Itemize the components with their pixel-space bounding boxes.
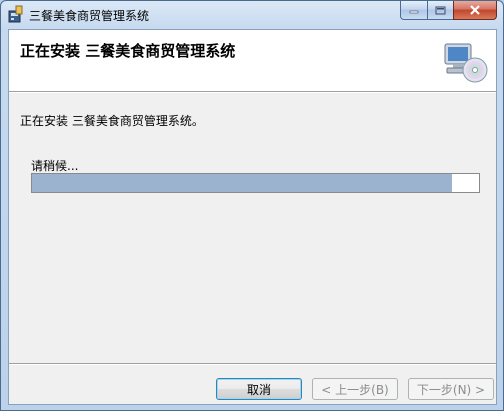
minimize-icon bbox=[409, 10, 419, 14]
computer-cd-icon bbox=[444, 43, 488, 83]
maximize-button[interactable] bbox=[427, 1, 453, 20]
progress-bar-fill bbox=[32, 174, 452, 192]
title-bar[interactable]: 三餐美食商贸管理系统 bbox=[1, 1, 503, 29]
next-button[interactable]: 下一步(N) > bbox=[408, 378, 494, 400]
window-title: 三餐美食商贸管理系统 bbox=[29, 9, 150, 23]
cancel-button[interactable]: 取消 bbox=[216, 378, 302, 400]
maximize-icon bbox=[435, 6, 446, 14]
caption-buttons bbox=[400, 1, 497, 21]
banner-divider bbox=[9, 92, 496, 93]
progress-label: 请稍候... bbox=[31, 159, 79, 173]
back-button[interactable]: < 上一步(B) bbox=[312, 378, 398, 400]
header-banner: 正在安装 三餐美食商贸管理系统 bbox=[9, 30, 496, 92]
install-status-text: 正在安装 三餐美食商贸管理系统。 bbox=[20, 114, 204, 128]
banner-title: 正在安装 三餐美食商贸管理系统 bbox=[20, 42, 236, 60]
installer-app-icon bbox=[8, 5, 23, 23]
button-area-separator bbox=[9, 363, 496, 365]
install-progress-bar bbox=[31, 173, 480, 193]
minimize-button[interactable] bbox=[400, 1, 427, 20]
installer-client-area: 正在安装 三餐美食商贸管理系统 正在安装 三餐美食商贸管理系统。 请稍候... … bbox=[8, 29, 497, 405]
close-icon bbox=[470, 5, 480, 15]
installer-window: 三餐美食商贸管理系统 正在安装 三餐美食商贸管理系统 正在安装 三餐美食商贸管理… bbox=[0, 0, 504, 411]
close-button[interactable] bbox=[453, 1, 497, 20]
